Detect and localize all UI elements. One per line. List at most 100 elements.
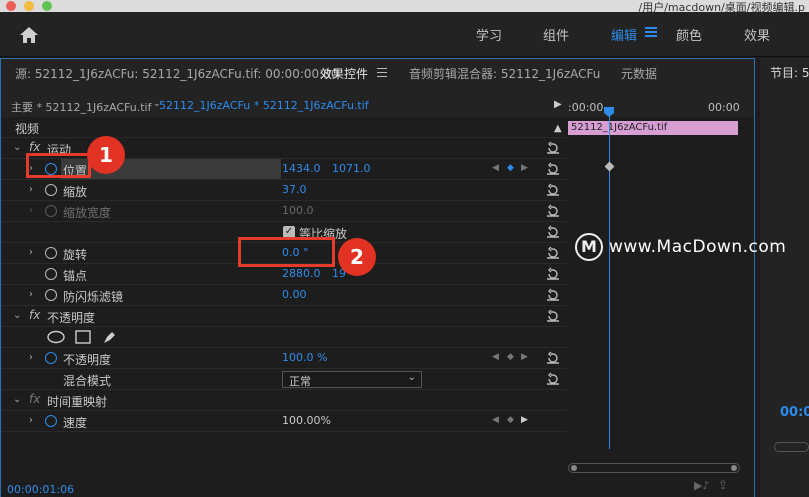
stopwatch-icon[interactable] — [45, 268, 57, 280]
workspace-tab-color[interactable]: 颜色 — [676, 25, 702, 44]
blend-mode-row: 混合模式 正常 ⌄ — [1, 369, 566, 390]
callout-badge-2: 2 — [338, 238, 376, 276]
blend-mode-select[interactable]: 正常 ⌄ — [282, 371, 422, 388]
scale-width-label: 缩放宽度 — [63, 206, 112, 220]
program-monitor-panel: 节目: 5 00:00 — [760, 58, 809, 497]
effect-timeline[interactable]: :00:00 00:00 ▶ ▲ 52112_1J6zACFu.tif ▶♪ ⇪ — [554, 95, 754, 497]
speed-value[interactable]: 100.00% — [282, 414, 331, 427]
add-keyframe-icon[interactable]: ◆ — [507, 352, 514, 362]
reset-icon[interactable] — [546, 162, 560, 176]
zoom-window-button[interactable] — [42, 1, 52, 11]
reset-icon[interactable] — [546, 225, 560, 239]
reset-icon[interactable] — [546, 204, 560, 218]
stopwatch-icon[interactable] — [45, 247, 57, 259]
opacity-label: 不透明度 — [63, 353, 112, 367]
filter-icon[interactable]: ▶♪ — [694, 479, 709, 492]
prev-keyframe-icon[interactable]: ◀ — [492, 415, 499, 425]
add-keyframe-icon[interactable]: ◆ — [507, 415, 514, 425]
anti-flicker-label: 防闪烁滤镜 — [63, 290, 124, 304]
prev-keyframe-icon[interactable]: ◀ — [492, 163, 499, 173]
callout-badge-1: 1 — [87, 136, 125, 174]
stopwatch-icon[interactable] — [45, 289, 57, 301]
current-timecode[interactable]: 00:00:01:06 — [7, 483, 74, 496]
stopwatch-icon — [45, 205, 57, 217]
tab-source[interactable]: 源: 52112_1J6zACFu: 52112_1J6zACFu.tif: 0… — [15, 65, 338, 82]
play-arrow-icon[interactable]: ▶ — [554, 99, 562, 110]
expand-arrow-icon[interactable]: › — [29, 415, 33, 426]
clip-selector[interactable]: 52112_1J6zACFu * 52112_1J6zACFu.tif — [159, 99, 369, 112]
program-timecode[interactable]: 00:00 — [780, 405, 809, 420]
expand-arrow-icon[interactable]: › — [29, 352, 33, 363]
time-remap-label: 时间重映射 — [47, 395, 108, 409]
next-keyframe-icon[interactable]: ▶ — [521, 352, 528, 362]
program-monitor-title[interactable]: 节目: 5 — [770, 64, 809, 81]
video-section-header: 视频 — [1, 117, 566, 138]
ellipse-mask-icon[interactable] — [47, 330, 65, 344]
reset-icon[interactable] — [546, 141, 560, 155]
expand-arrow-icon[interactable]: › — [29, 247, 33, 258]
stopwatch-icon[interactable] — [45, 184, 57, 196]
workspace-bar: 学习 组件 编辑 颜色 效果 — [0, 12, 809, 57]
watermark: M www.MacDown.com — [575, 233, 786, 261]
timeline-zoom-scrollbar[interactable] — [568, 463, 740, 473]
fx-icon[interactable]: fx — [29, 308, 40, 322]
workspace-tab-editing[interactable]: 编辑 — [611, 25, 637, 44]
home-icon[interactable] — [16, 22, 42, 48]
tab-metadata[interactable]: 元数据 — [621, 65, 657, 82]
export-icon[interactable]: ⇪ — [718, 478, 728, 492]
position-y-value[interactable]: 1071.0 — [332, 162, 371, 175]
anti-flicker-value[interactable]: 0.00 — [282, 288, 307, 301]
fx-icon: fx — [29, 392, 41, 406]
scroll-handle-right[interactable] — [731, 465, 737, 471]
master-clip-label[interactable]: 主要 * 52112_1J6zACFu.tif — [11, 99, 151, 115]
minimize-window-button[interactable] — [24, 1, 34, 11]
anchor-x-value[interactable]: 2880.0 — [282, 267, 321, 280]
clip-bar[interactable]: 52112_1J6zACFu.tif — [568, 121, 738, 135]
playhead-line[interactable] — [609, 109, 610, 449]
reset-icon[interactable] — [546, 183, 560, 197]
tab-audio-clip-mixer[interactable]: 音频剪辑混合器: 52112_1J6zACFu — [409, 65, 600, 82]
macdown-logo-icon: M — [575, 233, 603, 261]
time-remap-effect-row[interactable]: ⌄ fx 时间重映射 — [1, 390, 566, 411]
reset-icon[interactable] — [546, 351, 560, 365]
expand-arrow-icon: › — [29, 205, 33, 216]
chevron-down-icon: ⌄ — [407, 372, 416, 383]
ruler-end-time: 00:00 — [708, 101, 740, 114]
position-x-value[interactable]: 1434.0 — [282, 162, 321, 175]
expand-arrow-icon[interactable]: › — [29, 184, 33, 195]
tab-effect-controls[interactable]: 效果控件 — [320, 65, 368, 82]
workspace-menu-icon[interactable] — [645, 27, 657, 37]
next-keyframe-icon[interactable]: ▶ — [521, 415, 528, 425]
rectangle-mask-icon[interactable] — [75, 330, 91, 344]
program-scrollbar[interactable] — [774, 442, 809, 452]
fx-icon[interactable]: fx — [29, 140, 40, 154]
stopwatch-icon[interactable] — [45, 415, 57, 427]
workspace-tab-effects[interactable]: 效果 — [744, 25, 770, 44]
workspace-tab-assembly[interactable]: 组件 — [543, 25, 569, 44]
time-ruler[interactable]: :00:00 00:00 ▶ ▲ — [554, 95, 754, 134]
scale-value[interactable]: 37.0 — [282, 183, 307, 196]
workspace-tab-learn[interactable]: 学习 — [476, 25, 502, 44]
reset-icon[interactable] — [546, 372, 560, 386]
reset-icon[interactable] — [546, 246, 560, 260]
expand-chevron-icon[interactable]: ⌄ — [13, 394, 21, 405]
pen-mask-icon[interactable] — [101, 329, 117, 345]
callout-box-position — [26, 153, 91, 178]
collapse-arrow-icon[interactable]: ▲ — [554, 123, 562, 134]
keyframe-marker[interactable] — [604, 161, 615, 172]
reset-icon[interactable] — [546, 309, 560, 323]
add-keyframe-icon[interactable]: ◆ — [507, 163, 514, 173]
opacity-effect-row[interactable]: ⌄ fx 不透明度 — [1, 306, 566, 327]
reset-icon[interactable] — [546, 288, 560, 302]
panel-menu-icon[interactable] — [377, 68, 387, 77]
expand-arrow-icon[interactable]: › — [29, 289, 33, 300]
scroll-handle-left[interactable] — [571, 465, 577, 471]
stopwatch-icon[interactable] — [45, 352, 57, 364]
close-window-button[interactable] — [6, 1, 16, 11]
next-keyframe-icon[interactable]: ▶ — [521, 163, 528, 173]
expand-chevron-icon[interactable]: ⌄ — [13, 142, 21, 153]
prev-keyframe-icon[interactable]: ◀ — [492, 352, 499, 362]
reset-icon[interactable] — [546, 267, 560, 281]
expand-chevron-icon[interactable]: ⌄ — [13, 310, 21, 321]
opacity-value[interactable]: 100.0 % — [282, 351, 327, 364]
